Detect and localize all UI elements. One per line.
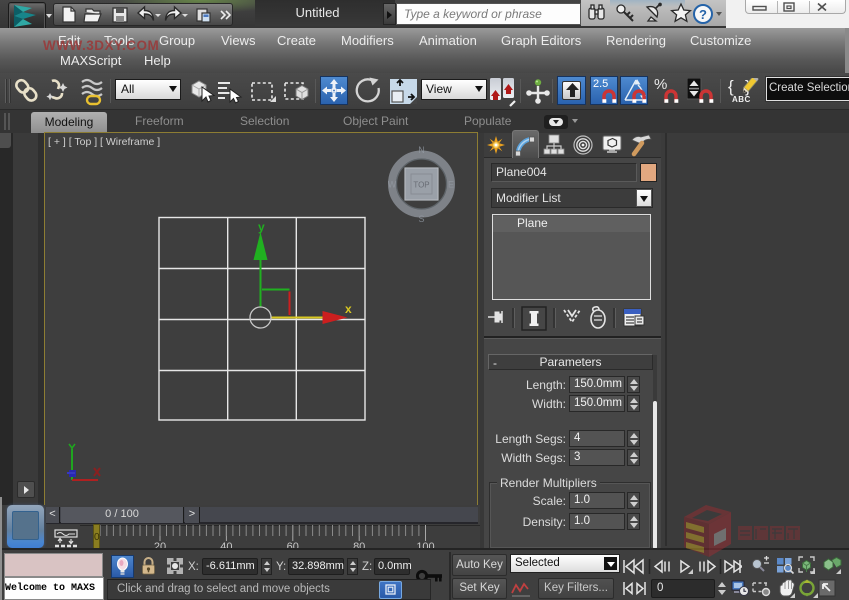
svg-text:?: ? xyxy=(699,7,707,22)
svg-text:y: y xyxy=(258,220,265,234)
svg-text:x: x xyxy=(345,302,352,316)
